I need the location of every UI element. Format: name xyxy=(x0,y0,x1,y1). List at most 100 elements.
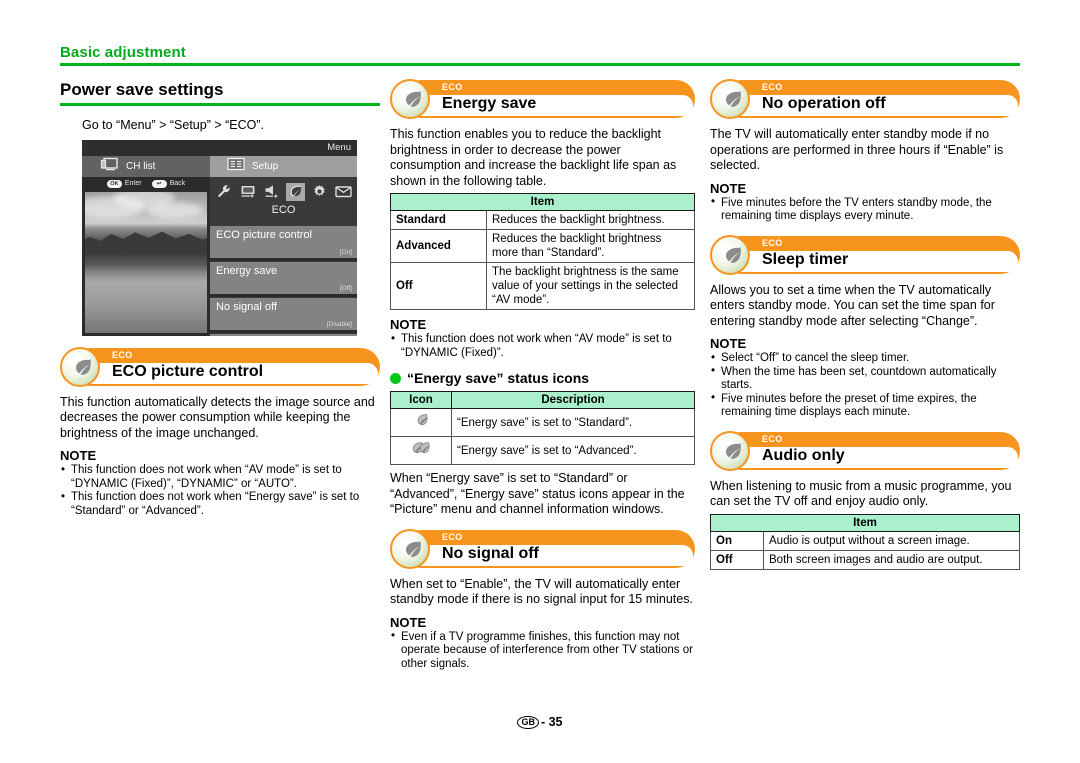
eco-kicker: ECO xyxy=(442,82,463,92)
note-item: This function does not work when “AV mod… xyxy=(390,333,695,360)
sleep-timer-notes: Select “Off” to cancel the sleep timer. … xyxy=(710,352,1020,420)
cloud-shape xyxy=(147,201,203,218)
no-signal-off-body: When set to “Enable”, the TV will automa… xyxy=(390,576,693,607)
region-mark: GB xyxy=(517,716,539,729)
note-item: Five minutes before the preset of time e… xyxy=(710,392,1020,420)
note-item: Even if a TV programme finishes, this fu… xyxy=(390,630,695,672)
osd-category-strip: ECO xyxy=(210,176,357,225)
energy-save-notes: This function does not work when “AV mod… xyxy=(390,333,695,360)
osd-top-bar: Menu xyxy=(82,139,357,156)
treeline-shape xyxy=(85,231,207,254)
osd-right-pane: ECO ECO picture control [On] Energy save… xyxy=(210,176,357,336)
no-operation-off-body: The TV will automatically enter standby … xyxy=(710,127,1004,172)
osd-key-hints: OK Enter ↩ Back xyxy=(82,176,210,191)
left-column: Power save settings Go to “Menu” > “Setu… xyxy=(60,80,380,518)
osd-item-no-signal-off[interactable]: No signal off [Disable] xyxy=(210,296,357,330)
osd-item-eco-picture-control[interactable]: ECO picture control [On] xyxy=(210,224,357,258)
note-item: Five minutes before the TV enters standb… xyxy=(710,196,1020,224)
chapter-rule xyxy=(60,63,1020,66)
osd-back-key-glyph: ↩ xyxy=(151,179,167,188)
eco-banner-eco-picture-control: ECO ECO picture control xyxy=(60,346,380,387)
table-header-item: Item xyxy=(710,513,1020,532)
setup-gear-icon[interactable] xyxy=(310,183,329,201)
osd-enter-label: Enter xyxy=(124,180,142,187)
eco-kicker: ECO xyxy=(762,433,783,444)
table-header-row: Item xyxy=(710,513,1020,532)
osd-item-energy-save[interactable]: Energy save [Off] xyxy=(210,260,357,294)
eco-feature-name: ECO picture control xyxy=(112,362,264,380)
audio-only-body: When listening to music from a music pro… xyxy=(710,478,1012,509)
no-operation-off-notes: Five minutes before the TV enters standb… xyxy=(710,196,1020,224)
eco-feature-name: No signal off xyxy=(442,544,539,562)
eco-banner-sleep-timer: ECO Sleep timer xyxy=(710,234,1020,275)
note-item: This function does not work when “Energy… xyxy=(60,491,380,518)
eco-banner-audio-only: ECO Audio only xyxy=(710,430,1020,471)
table-row: Off The backlight brightness is the same… xyxy=(390,262,695,310)
table-cell-desc: Reduces the backlight brightness. xyxy=(486,210,695,230)
chapter-title: Basic adjustment xyxy=(60,44,186,61)
table-cell-key: Off xyxy=(390,262,487,310)
table-row: “Energy save” is set to “Advanced”. xyxy=(390,436,695,465)
wrench-icon[interactable] xyxy=(214,183,233,201)
osd-menu-label: Menu xyxy=(327,141,351,153)
note-title: NOTE xyxy=(60,448,97,463)
osd-back-label: Back xyxy=(169,180,186,187)
table-row: Off Both screen images and audio are out… xyxy=(710,549,1020,570)
mail-icon[interactable] xyxy=(334,183,353,201)
table-row: “Energy save” is set to “Standard”. xyxy=(390,408,695,437)
osd-item-label: No signal off xyxy=(216,300,277,313)
eco-kicker: ECO xyxy=(762,237,783,248)
osd-item-value: [On] xyxy=(339,248,352,256)
osd-tab-setup-label: Setup xyxy=(252,160,279,172)
osd-hint-enter: OK Enter xyxy=(106,179,142,188)
table-cell-desc: Reduces the backlight brightness more th… xyxy=(486,229,695,263)
table-header-item: Item xyxy=(390,193,695,211)
page-number: - 35 xyxy=(540,715,563,729)
page-footer: GB - 35 xyxy=(0,715,1080,729)
sound-icon[interactable] xyxy=(262,183,281,201)
status-icons-table: Icon Description “Energy save” is set to… xyxy=(390,391,695,465)
table-cell-key: Standard xyxy=(390,210,487,230)
osd-item-label: ECO picture control xyxy=(216,228,312,241)
eco-banner-no-signal-off: ECO No signal off xyxy=(390,528,695,569)
osd-item-value: [Off] xyxy=(339,284,352,292)
note-title: NOTE xyxy=(390,614,427,630)
sleep-timer-body: Allows you to set a time when the TV aut… xyxy=(710,282,995,328)
table-cell-key: Advanced xyxy=(390,229,487,263)
osd-tab-setup[interactable]: Setup xyxy=(210,155,357,177)
ch-list-icon xyxy=(100,157,120,176)
table-header-row: Icon Description xyxy=(390,391,695,409)
osd-category-icons xyxy=(214,182,353,202)
osd-tab-ch-list[interactable]: CH list xyxy=(82,155,210,177)
table-cell-key: Off xyxy=(710,549,764,570)
eco-leaf-badge-icon xyxy=(710,79,750,119)
setup-icon xyxy=(226,157,246,176)
osd-item-label: Energy save xyxy=(216,264,278,277)
tv-osd-screenshot: Menu CH list Setup OK Enter ↩ Back ECO E… xyxy=(82,139,357,336)
note-title: NOTE xyxy=(710,336,747,351)
osd-preview-photo xyxy=(85,191,207,333)
single-leaf-icon xyxy=(390,408,452,437)
eco-leaf-icon[interactable] xyxy=(286,182,305,201)
eco-feature-name: Sleep timer xyxy=(762,250,849,268)
osd-category-label: ECO xyxy=(271,203,296,216)
osd-enter-key-glyph: OK xyxy=(106,179,122,188)
menu-path-instruction: Go to “Menu” > “Setup” > “ECO”. xyxy=(82,118,265,132)
audio-only-table: Item On Audio is output without a screen… xyxy=(710,513,1020,570)
table-header-row: Item xyxy=(390,193,695,211)
eco-leaf-badge-icon xyxy=(390,528,430,569)
green-bullet-icon xyxy=(390,372,401,384)
status-icons-heading-text: “Energy save” status icons xyxy=(407,370,590,386)
note-title: NOTE xyxy=(710,180,747,196)
osd-item-no-operation-off[interactable]: No operation off [Disable] xyxy=(210,332,357,336)
note-title: NOTE xyxy=(390,317,427,332)
page-header: Basic adjustment xyxy=(60,44,1020,66)
picture-icon[interactable] xyxy=(238,183,257,201)
table-header-description: Description xyxy=(451,391,695,409)
page-title: Power save settings xyxy=(60,80,224,99)
eco-picture-control-body: This function automatically detects the … xyxy=(60,394,375,440)
note-item: When the time has been set, countdown au… xyxy=(710,365,1020,393)
osd-tab-bar: CH list Setup xyxy=(82,155,357,177)
note-item: This function does not work when “AV mod… xyxy=(60,464,380,491)
table-cell-desc: Both screen images and audio are output. xyxy=(763,549,1020,570)
